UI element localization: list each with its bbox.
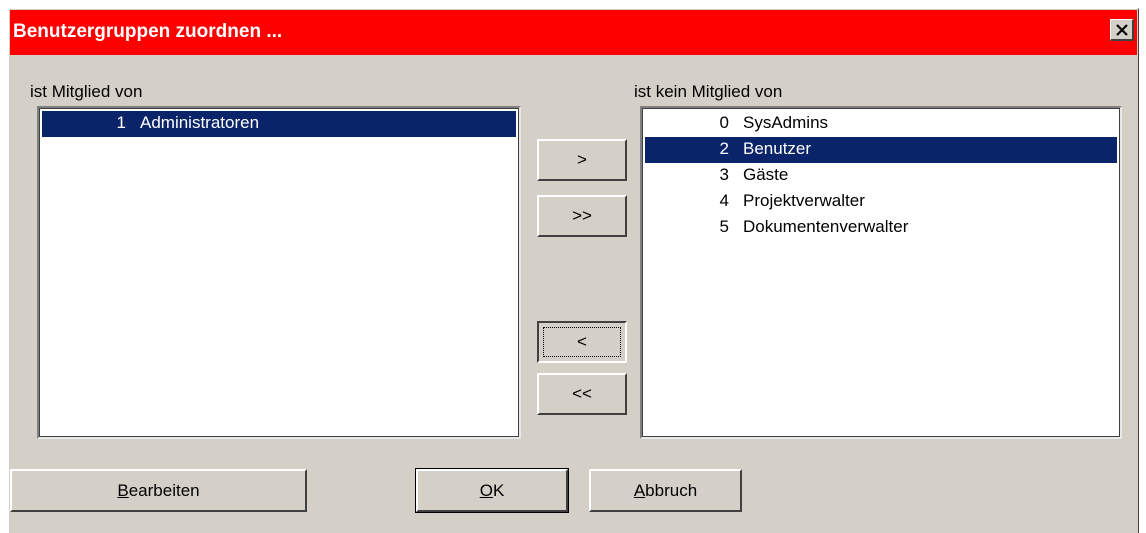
list-item-name: SysAdmins xyxy=(743,113,829,132)
list-item[interactable]: 2 Benutzer xyxy=(645,137,1117,163)
ok-button-label: OK xyxy=(479,480,505,500)
dialog-window: Benutzergruppen zuordnen ... ist Mitglie… xyxy=(8,8,1139,533)
list-item[interactable]: 1 Administratoren xyxy=(42,111,516,137)
remove-all-button-label: << xyxy=(572,384,592,403)
close-icon xyxy=(1115,23,1128,36)
member-of-list[interactable]: 1 Administratoren xyxy=(37,106,521,439)
edit-button-label: Bearbeiten xyxy=(117,480,200,500)
remove-all-button[interactable]: << xyxy=(537,373,627,415)
member-of-label: ist Mitglied von xyxy=(30,82,143,101)
list-item-name: Administratoren xyxy=(140,113,260,132)
list-item-number: 0 xyxy=(719,113,729,132)
list-item[interactable]: 3 Gäste xyxy=(645,163,1117,189)
list-item-number: 5 xyxy=(719,217,729,236)
title-bar[interactable]: Benutzergruppen zuordnen ... xyxy=(10,10,1137,55)
list-item-number: 2 xyxy=(719,139,729,158)
list-item-number: 1 xyxy=(116,113,126,132)
close-button[interactable] xyxy=(1110,19,1134,41)
not-member-of-label: ist kein Mitglied von xyxy=(634,82,783,101)
dialog-title: Benutzergruppen zuordnen ... xyxy=(13,21,283,42)
list-item-name: Dokumentenverwalter xyxy=(743,217,909,236)
list-item[interactable]: 4 Projektverwalter xyxy=(645,189,1117,215)
list-item[interactable]: 5 Dokumentenverwalter xyxy=(645,215,1117,241)
not-member-of-list[interactable]: 0 SysAdmins 2 Benutzer 3 Gäste 4 Projektverwalt… xyxy=(640,106,1122,439)
cancel-button-label: Abbruch xyxy=(633,480,698,500)
list-item-number: 3 xyxy=(719,165,729,184)
ok-button[interactable]: OK xyxy=(415,468,569,513)
cancel-button[interactable]: Abbruch xyxy=(589,469,742,512)
add-all-button-label: >> xyxy=(572,206,592,225)
list-item-name: Benutzer xyxy=(743,139,812,158)
list-item-name: Gäste xyxy=(743,165,789,184)
add-button[interactable]: > xyxy=(537,139,627,181)
add-button-label: > xyxy=(577,150,587,169)
add-all-button[interactable]: >> xyxy=(537,195,627,237)
list-item[interactable]: 0 SysAdmins xyxy=(645,111,1117,137)
edit-button[interactable]: Bearbeiten xyxy=(10,469,307,512)
list-item-number: 4 xyxy=(719,191,729,210)
remove-button[interactable]: < xyxy=(537,321,627,363)
list-item-name: Projektverwalter xyxy=(743,191,865,210)
focus-rect xyxy=(543,327,621,357)
